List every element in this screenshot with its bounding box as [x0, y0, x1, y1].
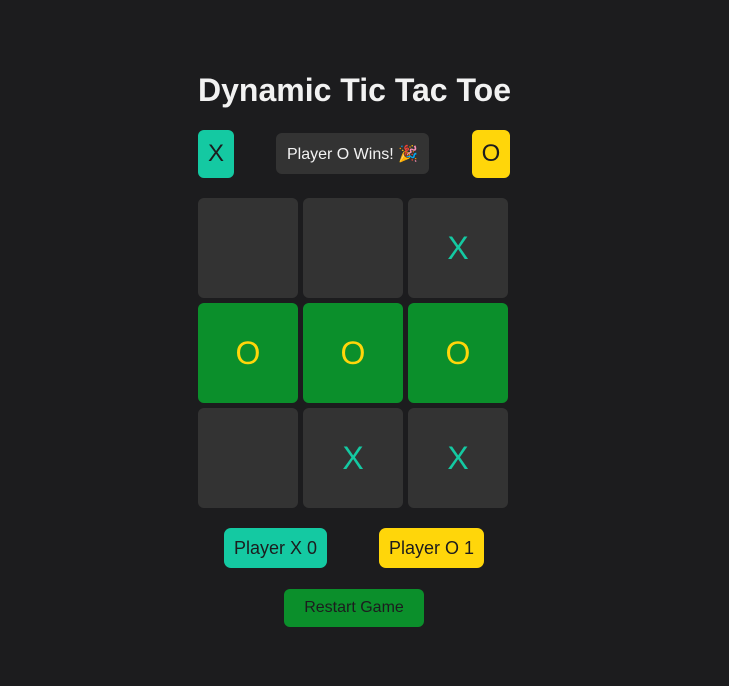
board-cell[interactable]: X — [408, 198, 508, 298]
board-cell[interactable]: O — [408, 303, 508, 403]
board-cell[interactable]: O — [303, 303, 403, 403]
board-cell[interactable]: O — [198, 303, 298, 403]
score-player-o: Player O 1 — [379, 528, 484, 568]
player-o-indicator: O — [472, 130, 510, 178]
board-cell[interactable] — [303, 198, 403, 298]
board-cell[interactable] — [198, 198, 298, 298]
status-message: Player O Wins! 🎉 — [276, 133, 429, 174]
player-x-indicator: X — [198, 130, 234, 178]
game-board: X O O O X X — [198, 198, 508, 508]
board-cell[interactable]: X — [303, 408, 403, 508]
board-cell[interactable]: X — [408, 408, 508, 508]
board-cell[interactable] — [198, 408, 298, 508]
score-player-x: Player X 0 — [224, 528, 327, 568]
page-title: Dynamic Tic Tac Toe — [198, 72, 511, 108]
restart-game-button[interactable]: Restart Game — [284, 589, 424, 627]
game-app: Dynamic Tic Tac Toe X Player O Wins! 🎉 O… — [0, 0, 729, 686]
